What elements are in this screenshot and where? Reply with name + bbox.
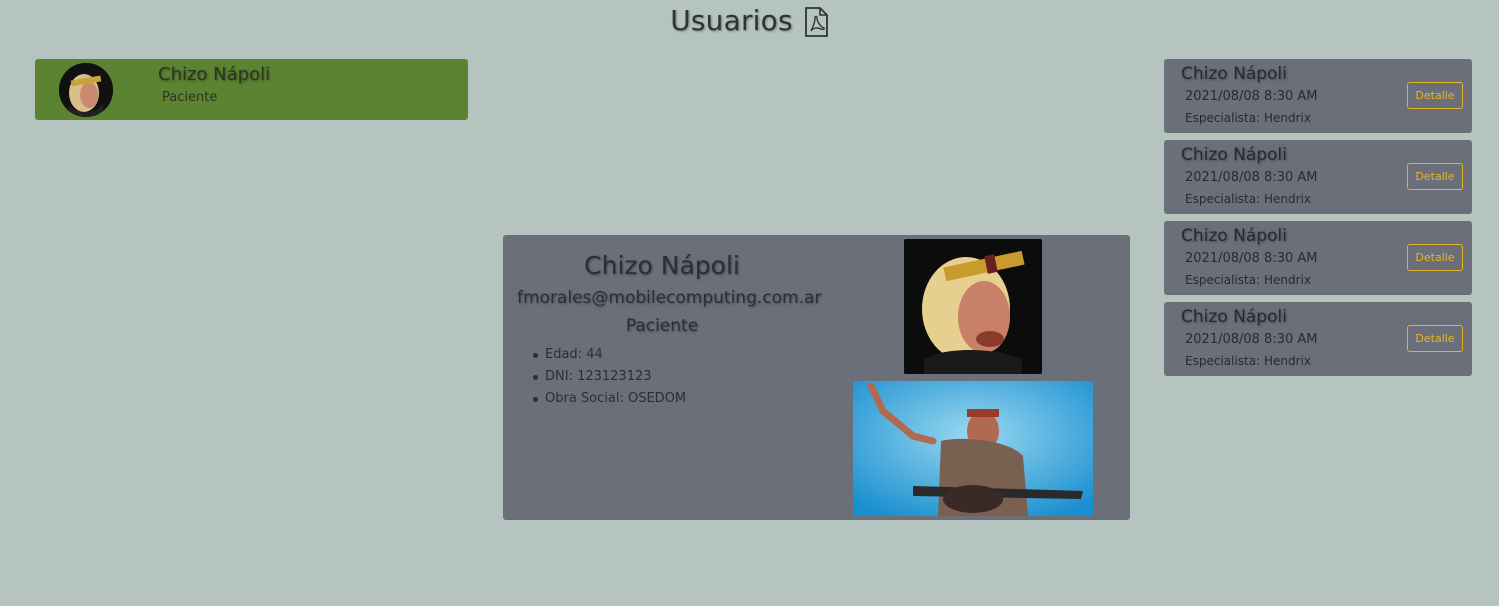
user-name: Chizo Nápoli <box>158 64 271 85</box>
user-detail-panel: Chizo Nápoli fmorales@mobilecomputing.co… <box>503 235 1130 520</box>
appointment-patient: Chizo Nápoli <box>1181 226 1287 246</box>
appointment-patient: Chizo Nápoli <box>1181 145 1287 165</box>
detail-email: fmorales@mobilecomputing.com.ar <box>517 288 822 308</box>
detail-age: Edad: 44 <box>532 347 686 362</box>
user-list-item[interactable]: Chizo Nápoli Paciente <box>35 59 468 120</box>
detail-dni: DNI: 123123123 <box>532 369 686 384</box>
appointments-list: Chizo Nápoli 2021/08/08 8:30 AM Especial… <box>1164 59 1472 383</box>
appointment-specialist: Especialista: Hendrix <box>1185 273 1311 287</box>
appointment-detail-button[interactable]: Detalle <box>1407 325 1463 352</box>
detail-attributes-list: Edad: 44 DNI: 123123123 Obra Social: OSE… <box>532 347 687 413</box>
appointment-detail-button[interactable]: Detalle <box>1407 244 1463 271</box>
appointment-specialist: Especialista: Hendrix <box>1185 354 1311 368</box>
appointment-detail-button[interactable]: Detalle <box>1407 82 1463 109</box>
appointment-card: Chizo Nápoli 2021/08/08 8:30 AM Especial… <box>1164 302 1472 376</box>
page-header: Usuarios <box>0 4 1499 37</box>
appointment-datetime: 2021/08/08 8:30 AM <box>1185 170 1318 185</box>
user-avatar <box>59 63 113 117</box>
profile-photo-portrait <box>904 239 1042 374</box>
appointment-card: Chizo Nápoli 2021/08/08 8:30 AM Especial… <box>1164 59 1472 133</box>
appointment-datetime: 2021/08/08 8:30 AM <box>1185 89 1318 104</box>
profile-photo-concert <box>853 381 1093 516</box>
page-title: Usuarios <box>670 4 793 37</box>
appointment-datetime: 2021/08/08 8:30 AM <box>1185 332 1318 347</box>
appointment-card: Chizo Nápoli 2021/08/08 8:30 AM Especial… <box>1164 140 1472 214</box>
appointment-card: Chizo Nápoli 2021/08/08 8:30 AM Especial… <box>1164 221 1472 295</box>
detail-name: Chizo Nápoli <box>584 251 740 280</box>
detail-insurance: Obra Social: OSEDOM <box>532 391 687 406</box>
detail-info: Chizo Nápoli fmorales@mobilecomputing.co… <box>517 251 822 336</box>
appointment-detail-button[interactable]: Detalle <box>1407 163 1463 190</box>
appointment-patient: Chizo Nápoli <box>1181 307 1287 327</box>
appointment-specialist: Especialista: Hendrix <box>1185 111 1311 125</box>
pdf-export-icon[interactable] <box>803 7 829 37</box>
appointment-patient: Chizo Nápoli <box>1181 64 1287 84</box>
detail-role: Paciente <box>625 316 699 336</box>
appointment-datetime: 2021/08/08 8:30 AM <box>1185 251 1318 266</box>
user-role: Paciente <box>162 90 218 105</box>
appointment-specialist: Especialista: Hendrix <box>1185 192 1311 206</box>
